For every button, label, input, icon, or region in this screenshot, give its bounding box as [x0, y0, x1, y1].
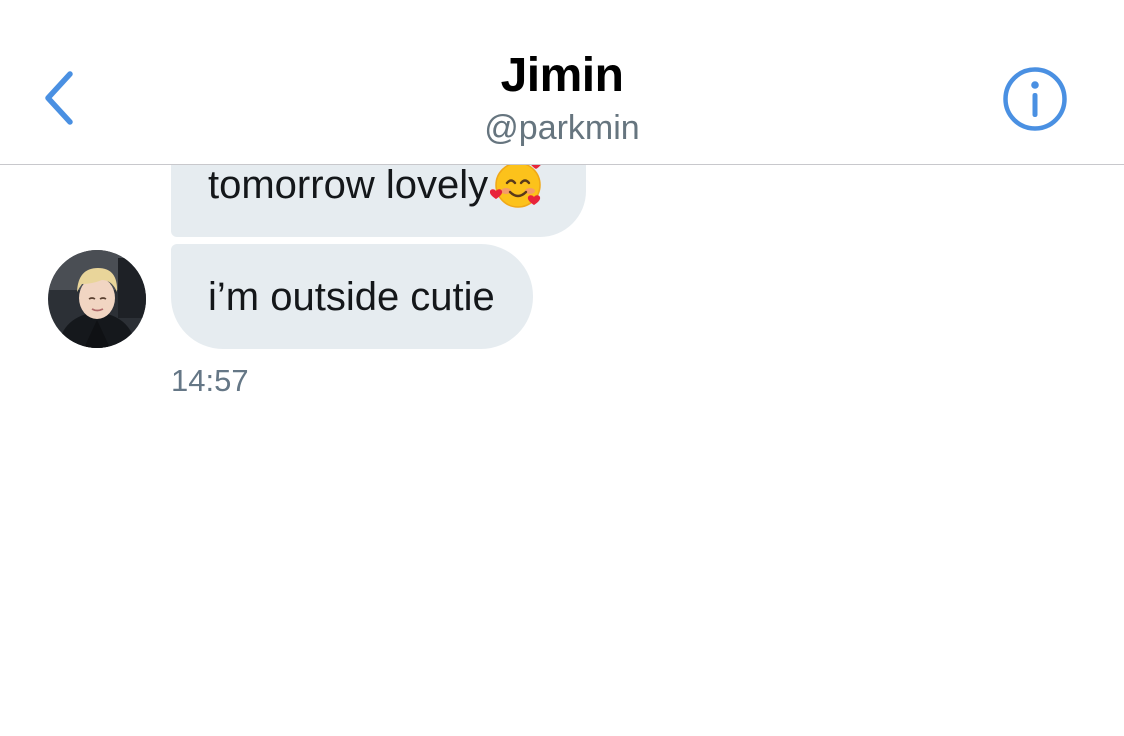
contact-name: Jimin — [500, 49, 624, 102]
dm-conversation-screen: Jimin @parkmin tomorrow lovely i’m outsi… — [0, 0, 1124, 736]
message-text: i’m outside cutie — [208, 274, 495, 319]
profile-photo — [48, 250, 146, 348]
conversation-title-block[interactable]: Jimin @parkmin — [312, 46, 812, 150]
info-circle-icon — [1003, 67, 1067, 131]
message-text: tomorrow lovely — [208, 165, 489, 207]
message-bubble[interactable]: i’m outside cutie — [171, 244, 533, 349]
message-list[interactable]: tomorrow lovely i’m outside cutie 14:57 — [0, 165, 1124, 736]
chevron-left-icon — [45, 71, 73, 125]
message-bubble[interactable]: tomorrow lovely — [171, 165, 587, 237]
smiling-face-with-hearts-icon — [490, 165, 541, 208]
conversation-header: Jimin @parkmin — [0, 0, 1124, 165]
message-timestamp: 14:57 — [171, 363, 249, 398]
contact-handle: @parkmin — [484, 109, 640, 147]
info-button[interactable] — [1000, 64, 1070, 134]
back-button[interactable] — [30, 62, 90, 134]
avatar[interactable] — [48, 250, 146, 348]
